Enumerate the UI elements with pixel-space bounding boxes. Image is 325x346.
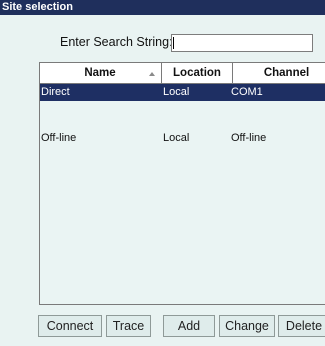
table-row[interactable]: Off-line Local Off-line bbox=[40, 130, 325, 147]
search-label: Enter Search String: bbox=[60, 35, 173, 49]
trace-button[interactable]: Trace bbox=[106, 315, 151, 337]
cell-name: Off-line bbox=[41, 132, 77, 144]
column-header-name[interactable]: Name bbox=[40, 63, 160, 83]
table-row[interactable] bbox=[40, 109, 325, 126]
table-row[interactable]: Direct Local COM1 bbox=[40, 84, 325, 101]
cell-channel: Off-line bbox=[231, 132, 267, 144]
column-header-channel[interactable]: Channel bbox=[233, 63, 325, 83]
text-caret bbox=[173, 37, 174, 49]
cell-location: Local bbox=[163, 86, 190, 98]
cell-channel: COM1 bbox=[231, 86, 263, 98]
connect-button[interactable]: Connect bbox=[38, 315, 102, 337]
site-list[interactable]: Name Location Channel Direct Local COM1 … bbox=[39, 62, 325, 305]
list-header: Name Location Channel bbox=[40, 63, 325, 84]
window-title: Site selection bbox=[0, 0, 325, 15]
column-header-location[interactable]: Location bbox=[162, 63, 232, 83]
add-button[interactable]: Add bbox=[163, 315, 215, 337]
button-bar: Connect Trace Add Change Delete bbox=[0, 311, 325, 346]
search-input[interactable] bbox=[171, 34, 313, 52]
delete-button[interactable]: Delete bbox=[278, 315, 325, 337]
cell-name: Direct bbox=[41, 86, 70, 98]
site-selection-window: Site selection Enter Search String: Name… bbox=[0, 0, 325, 346]
sort-ascending-icon bbox=[149, 72, 155, 76]
change-button[interactable]: Change bbox=[219, 315, 275, 337]
cell-location: Local bbox=[163, 132, 190, 144]
